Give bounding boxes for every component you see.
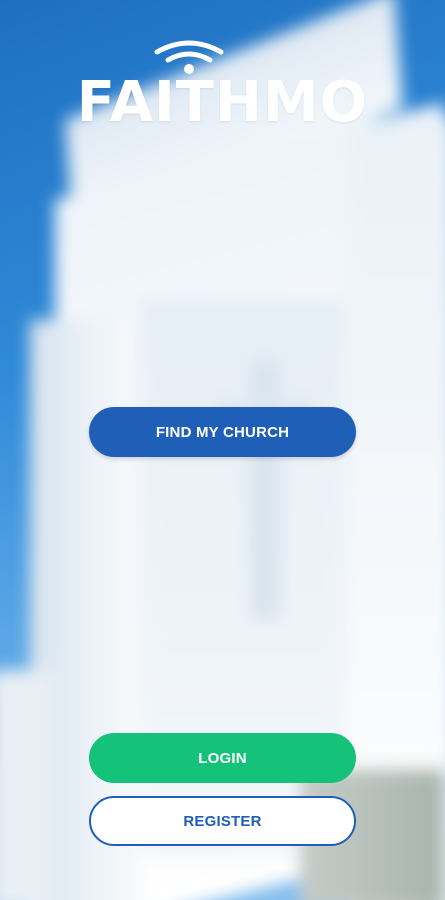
login-label: LOGIN	[198, 749, 247, 767]
login-button[interactable]: LOGIN	[89, 733, 356, 783]
welcome-screen: FAITHMO FIND MY CHURCH LOGIN REGISTER	[0, 0, 445, 900]
find-my-church-label: FIND MY CHURCH	[155, 423, 290, 441]
register-label: REGISTER	[183, 812, 262, 830]
app-logo: FAITHMO	[0, 36, 445, 136]
find-my-church-button[interactable]: FIND MY CHURCH	[89, 407, 356, 457]
app-logo-text: FAITHMO	[76, 70, 369, 135]
register-button[interactable]: REGISTER	[89, 796, 356, 846]
